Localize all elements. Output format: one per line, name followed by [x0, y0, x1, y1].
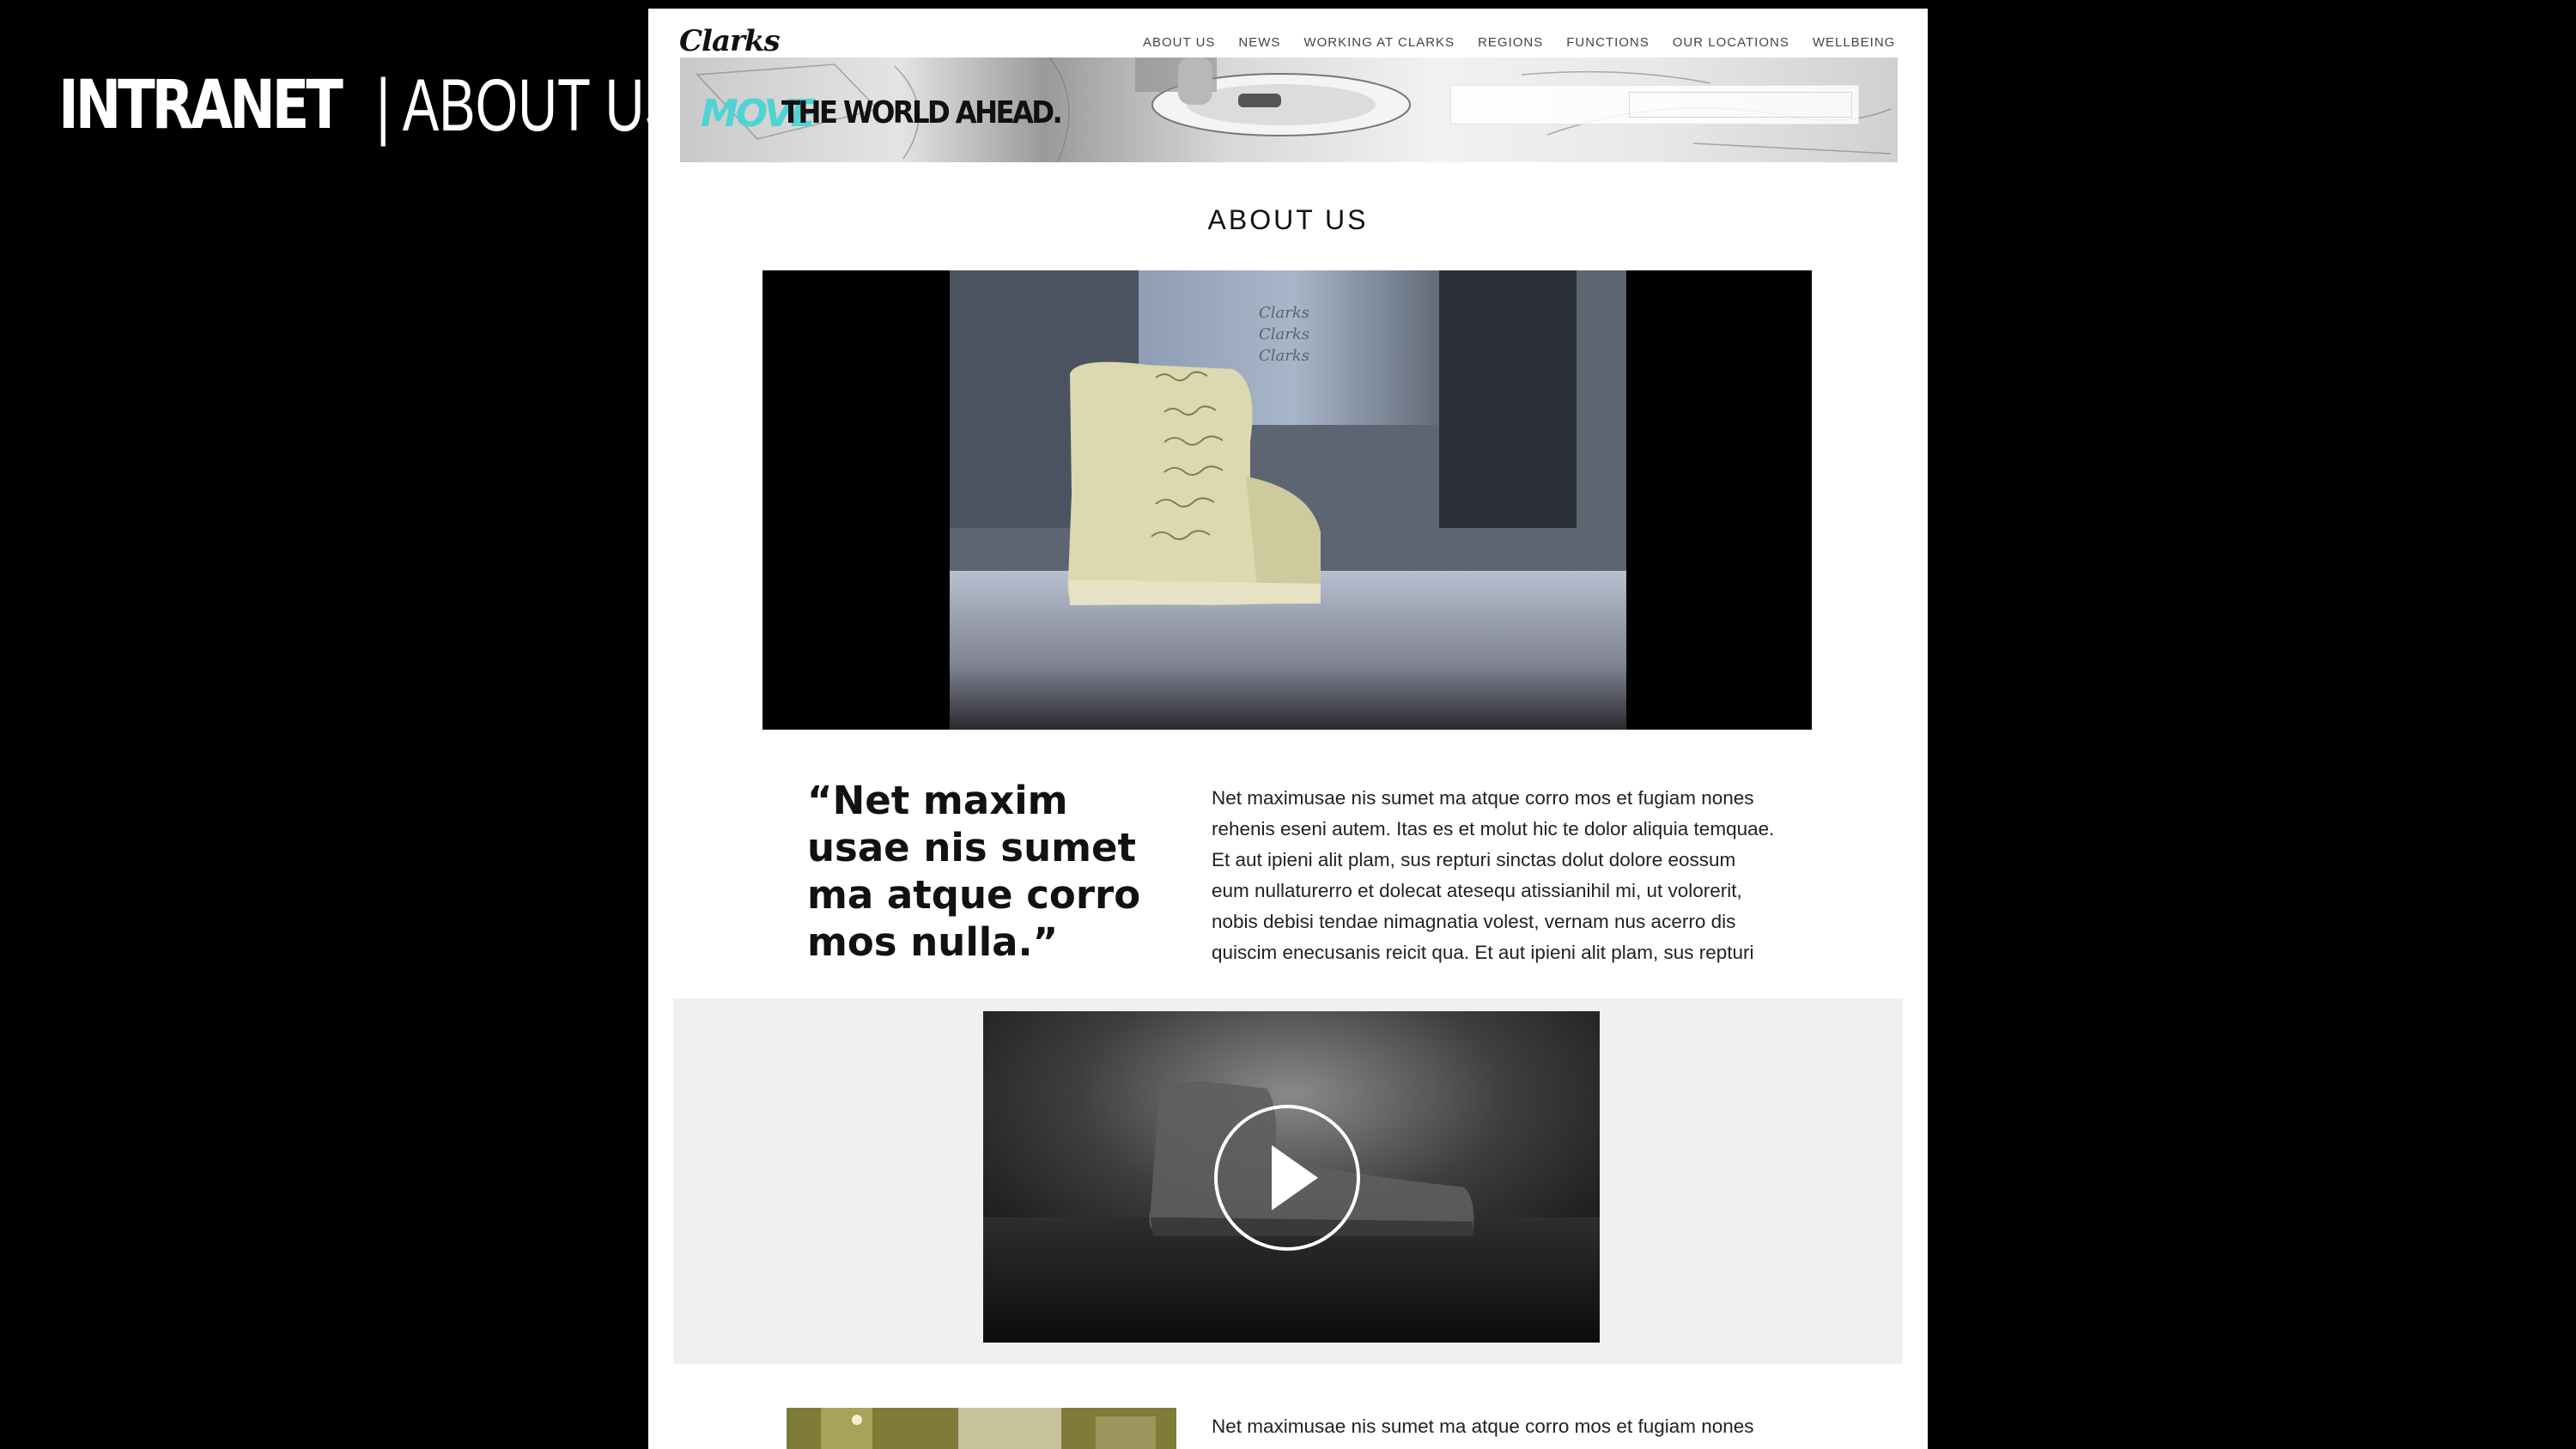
nav-functions[interactable]: FUNCTIONS [1566, 35, 1649, 50]
nav-news[interactable]: NEWS [1238, 35, 1280, 50]
wall-signature-text: Clarks [1259, 304, 1309, 322]
body-line: nobis debisi tendae nimagnatia volest, v… [1212, 911, 1736, 932]
slide-heading-intranet: INTRANET [58, 67, 343, 144]
hero-banner: MOVE THE WORLD AHEAD. [680, 58, 1898, 162]
nav-regions[interactable]: REGIONS [1478, 35, 1543, 50]
body-line: Net maximusae nis sumet ma atque corro m… [1212, 787, 1754, 809]
body-line: Et aut ipieni alit plam, sus repturi sin… [1212, 849, 1736, 870]
store-photo [787, 1408, 1176, 1449]
hero-video[interactable]: Clarks Clarks Clarks [762, 270, 1812, 730]
about-body-text: Net maximusae nis sumet ma atque corro m… [1212, 783, 1830, 968]
body-line: quiscim enecusanis reicit qua. Et aut ip… [1212, 942, 1754, 963]
main-nav: ABOUT US NEWS WORKING AT CLARKS REGIONS … [1143, 35, 1918, 50]
lower-body-text: Net maximusae nis sumet ma atque corro m… [1212, 1416, 1754, 1437]
page-title: ABOUT US [1207, 204, 1369, 235]
nav-our-locations[interactable]: OUR LOCATIONS [1673, 35, 1789, 50]
wall-signature-text: Clarks [1259, 325, 1309, 343]
body-line: eum nullaturerro et dolecat atesequ atis… [1212, 880, 1742, 901]
pull-quote: “Net maxim usae nis sumet ma atque corro… [807, 778, 1141, 965]
intranet-page: Clarks ABOUT US NEWS WORKING AT CLARKS R… [648, 9, 1928, 1449]
store-photo-image [787, 1408, 1176, 1449]
promo-video[interactable] [983, 1011, 1600, 1343]
body-line: rehenis eseni autem. Itas es et molut hi… [1212, 818, 1775, 840]
nav-about-us[interactable]: ABOUT US [1143, 35, 1215, 50]
wall-signature-text: Clarks [1259, 347, 1309, 365]
video-section [673, 998, 1903, 1364]
shoe-photo: Clarks Clarks Clarks [950, 270, 1626, 730]
slide-heading-about-us: | ABOUT US [376, 64, 681, 147]
nav-wellbeing[interactable]: WELLBEING [1813, 35, 1896, 50]
search-box[interactable] [1450, 85, 1859, 124]
banner-tagline: THE WORLD AHEAD. [781, 95, 1063, 130]
search-input[interactable] [1629, 92, 1852, 118]
play-icon[interactable] [1213, 1104, 1361, 1252]
clarks-logo[interactable]: Clarks [679, 24, 781, 58]
nav-working-at-clarks[interactable]: WORKING AT CLARKS [1303, 35, 1455, 50]
